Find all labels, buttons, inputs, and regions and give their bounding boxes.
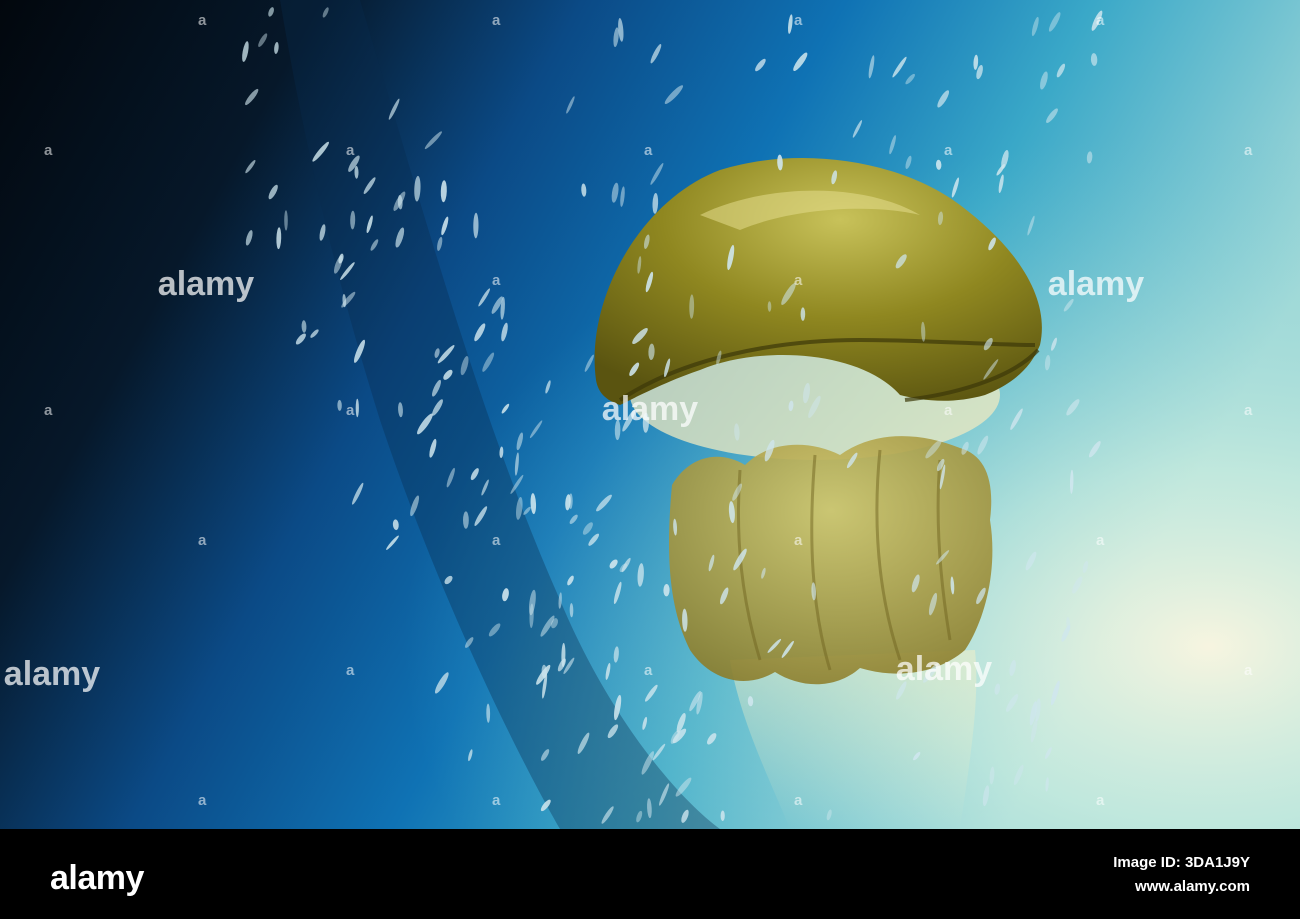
jellyfish-photo: alamy alamy alamy alamy alamy a a a a a … — [0, 0, 1300, 829]
watermark-tag: a — [44, 142, 53, 159]
watermark-tag: a — [944, 142, 953, 159]
watermark-tag: a — [198, 12, 207, 29]
watermark: alamy — [158, 265, 254, 303]
watermark-tag: a — [1096, 532, 1105, 549]
stock-photo-page: alamy alamy alamy alamy alamy a a a a a … — [0, 0, 1300, 919]
footer-bar: alamy Image ID: 3DA1J9Y www.alamy.com — [0, 829, 1300, 919]
watermark-tag: a — [44, 402, 53, 419]
watermark: alamy — [4, 655, 100, 693]
watermark-tag: a — [794, 792, 803, 809]
watermark-tag: a — [198, 792, 207, 809]
fish — [355, 398, 359, 418]
watermark-tag: a — [198, 532, 207, 549]
watermark-tag: a — [492, 792, 501, 809]
watermark-tag: a — [1244, 662, 1253, 679]
watermark-tag: a — [644, 662, 653, 679]
watermark: alamy — [896, 650, 992, 688]
watermark-tag: a — [346, 662, 355, 679]
watermark-tag: a — [944, 402, 953, 419]
watermark: alamy — [602, 390, 698, 428]
watermark-tag: a — [1244, 402, 1253, 419]
watermark-tag: a — [1096, 792, 1105, 809]
fish — [462, 511, 469, 529]
watermark-tag: a — [1244, 142, 1253, 159]
image-id-block: Image ID: 3DA1J9Y www.alamy.com — [1113, 851, 1250, 899]
fish — [720, 810, 725, 822]
watermark-tag: a — [492, 532, 501, 549]
watermark-tag: a — [794, 532, 803, 549]
watermark-tag: a — [346, 142, 355, 159]
watermark-tag: a — [492, 272, 501, 289]
watermark-tag: a — [644, 142, 653, 159]
watermark-tag: a — [1096, 12, 1105, 29]
watermark-tag: a — [346, 402, 355, 419]
image-id: Image ID: 3DA1J9Y — [1113, 854, 1250, 871]
watermark: alamy — [1048, 265, 1144, 303]
watermark-tag: a — [794, 12, 803, 29]
fish — [800, 307, 806, 321]
site-url[interactable]: www.alamy.com — [1113, 875, 1250, 899]
watermark-tag: a — [794, 272, 803, 289]
alamy-logo[interactable]: alamy — [50, 859, 144, 898]
watermark-tag: a — [492, 12, 501, 29]
